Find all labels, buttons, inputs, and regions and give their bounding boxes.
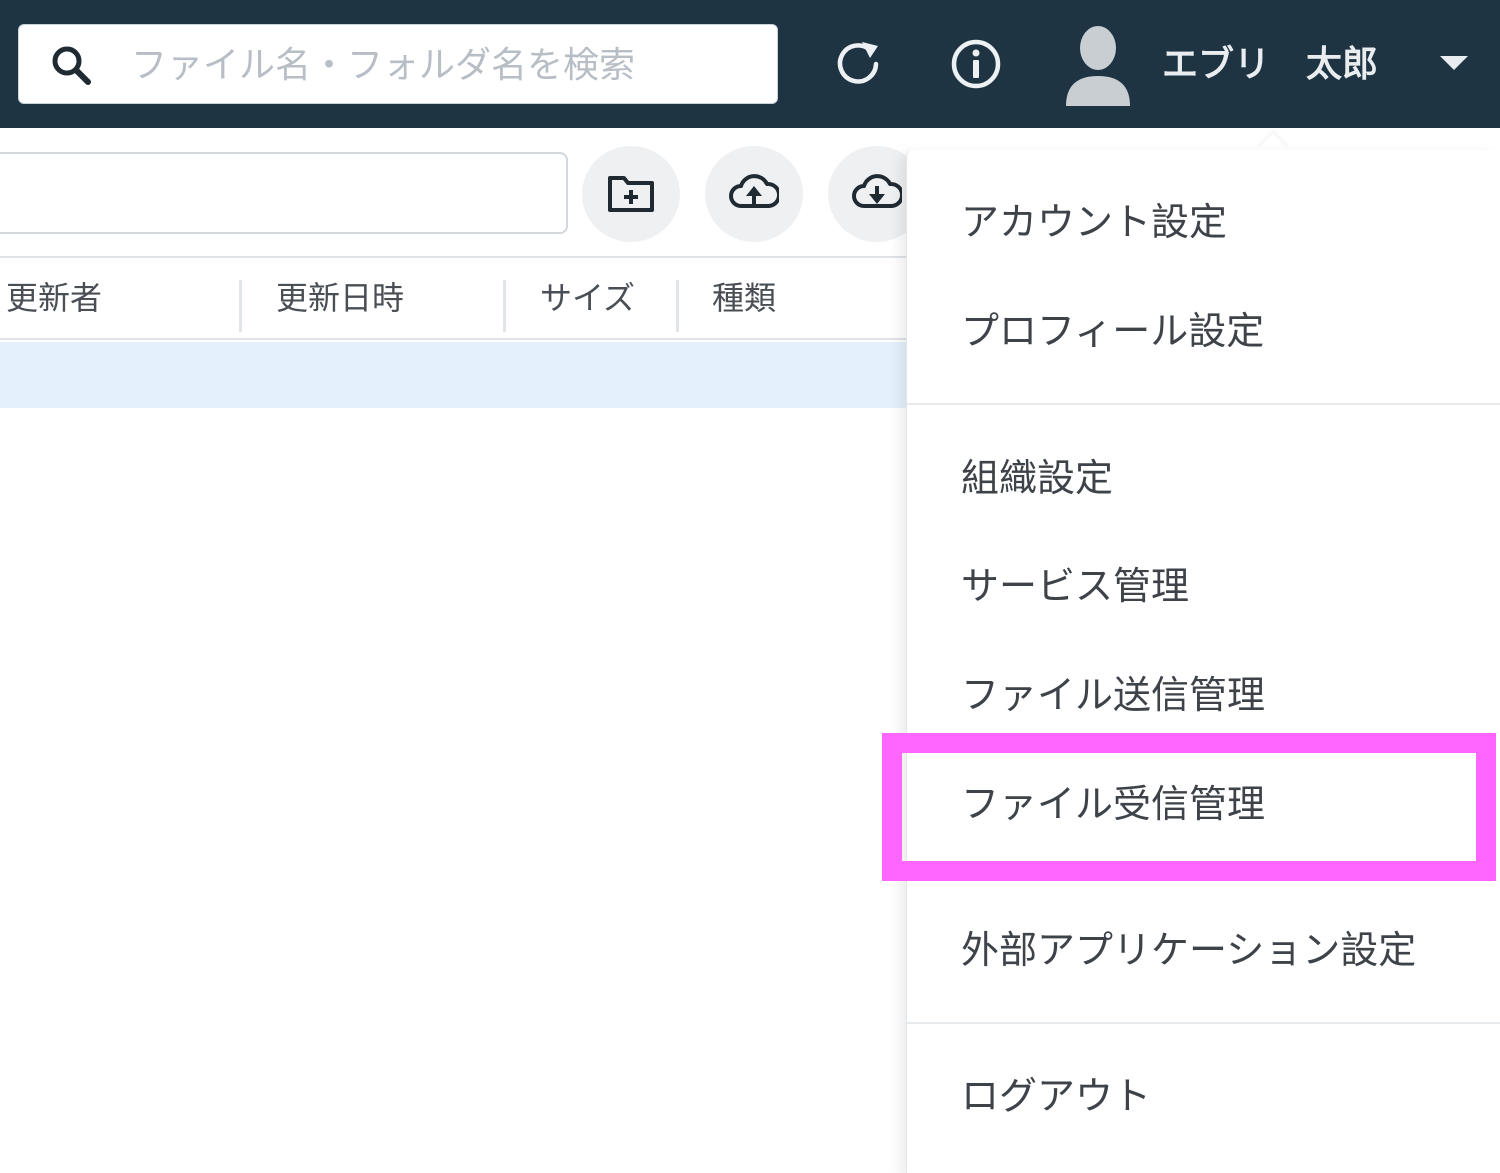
column-separator[interactable] (503, 280, 506, 332)
upload-icon (729, 174, 779, 208)
column-updated-at[interactable]: 更新日時 (276, 258, 404, 340)
search-icon (52, 46, 91, 85)
new-folder-icon (608, 176, 654, 212)
path-field[interactable] (0, 152, 568, 234)
info-icon[interactable] (948, 36, 1004, 92)
avatar-icon[interactable] (1062, 20, 1134, 108)
upload-button[interactable] (705, 146, 803, 242)
menu-item-organization-settings[interactable]: 組織設定 (961, 448, 1113, 508)
column-type[interactable]: 種類 (712, 258, 776, 340)
download-icon (852, 174, 902, 208)
caret-down-icon[interactable] (1440, 56, 1468, 70)
table-header: 更新者 更新日時 サイズ 種類 (0, 256, 906, 340)
search-box[interactable] (18, 24, 778, 105)
selected-table-row[interactable] (0, 342, 906, 408)
refresh-icon[interactable] (832, 36, 888, 92)
top-bar: エブリ 太郎 (0, 0, 1500, 128)
column-separator[interactable] (239, 280, 242, 332)
user-dropdown-menu: アカウント設定 プロフィール設定 組織設定 サービス管理 ファイル送信管理 ファ… (906, 150, 1500, 1173)
menu-item-service-management[interactable]: サービス管理 (961, 556, 1189, 616)
menu-item-account-settings[interactable]: アカウント設定 (961, 192, 1227, 252)
column-size[interactable]: サイズ (540, 258, 635, 340)
menu-divider (907, 1022, 1500, 1024)
user-name[interactable]: エブリ 太郎 (1162, 40, 1378, 90)
search-input[interactable] (129, 25, 753, 105)
column-separator[interactable] (676, 280, 679, 332)
menu-item-file-receive-management[interactable]: ファイル受信管理 (961, 774, 1265, 834)
menu-item-logout[interactable]: ログアウト (961, 1066, 1151, 1126)
column-updated-by[interactable]: 更新者 (6, 258, 102, 340)
menu-item-profile-settings[interactable]: プロフィール設定 (961, 301, 1264, 361)
new-folder-button[interactable] (582, 146, 680, 242)
menu-item-external-app-settings[interactable]: 外部アプリケーション設定 (961, 920, 1416, 980)
menu-divider (907, 403, 1500, 405)
menu-item-file-send-management[interactable]: ファイル送信管理 (961, 665, 1265, 725)
